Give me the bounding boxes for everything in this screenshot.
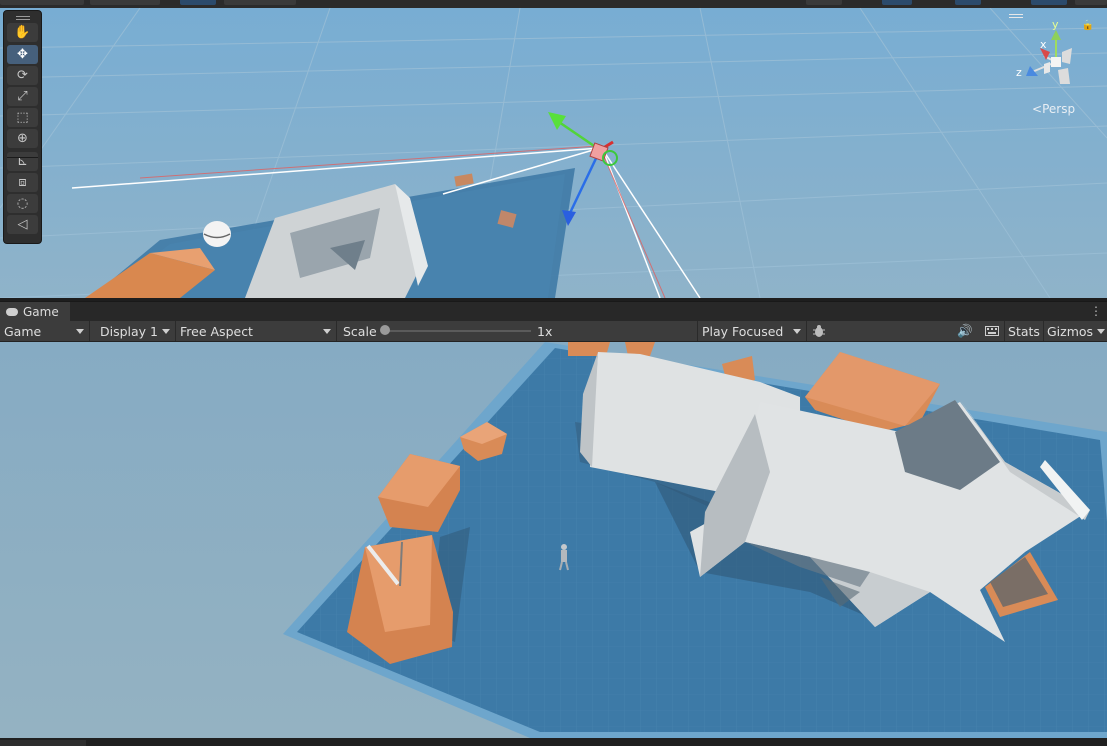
stats-label: Stats	[1008, 323, 1040, 339]
game-mode-dropdown[interactable]: Game	[0, 321, 90, 341]
toolbar-chip[interactable]	[806, 0, 842, 5]
toolbar-chip[interactable]	[180, 0, 216, 5]
rect-tool-icon[interactable]: ⬚	[7, 108, 38, 127]
editor-bottom-strip	[0, 738, 1107, 746]
scale-slider-thumb[interactable]	[380, 325, 390, 335]
scene-viewport-render	[0, 8, 1107, 298]
scale-label: Scale	[343, 324, 377, 339]
toolbar-chip[interactable]	[1031, 0, 1067, 5]
gizmo-menu-icon[interactable]	[1009, 14, 1023, 15]
projection-toggle[interactable]: <Persp	[1032, 102, 1075, 116]
axis-y-label: y	[1052, 18, 1059, 31]
move-tool-icon[interactable]: ✥	[7, 45, 38, 64]
gamepad-icon	[6, 307, 18, 316]
chevron-down-icon	[793, 329, 801, 334]
scene-tools-overlay: ✋ ✥ ⟳ ⤢ ⬚ ⊕ ⊾ ⧈ ◌ ◁	[3, 10, 42, 244]
keyboard-icon[interactable]	[980, 321, 1004, 341]
scale-value: 1x	[537, 324, 553, 339]
display-dropdown[interactable]: Display 1	[96, 321, 176, 341]
tab-game-label: Game	[23, 304, 59, 319]
tools-drag-handle[interactable]	[16, 16, 30, 17]
tab-game[interactable]: Game	[0, 302, 70, 321]
scene-sphere[interactable]	[203, 221, 231, 247]
stats-button[interactable]: Stats	[1004, 321, 1043, 341]
custom-tool-1-icon[interactable]: ⊾	[7, 152, 38, 171]
play-mode-value: Play Focused	[702, 323, 784, 339]
scale-slider-track[interactable]	[384, 330, 531, 332]
orientation-gizmo[interactable]: y x z	[1010, 18, 1090, 96]
toolbar-chip[interactable]	[882, 0, 912, 5]
toolbar-chip[interactable]	[224, 0, 296, 5]
toolbar-chip[interactable]	[1075, 0, 1107, 5]
aspect-value: Free Aspect	[180, 323, 253, 339]
chevron-down-icon	[1097, 329, 1105, 334]
custom-tool-2-icon[interactable]: ⧈	[7, 173, 38, 192]
projection-label: Persp	[1042, 102, 1076, 116]
game-view[interactable]	[0, 342, 1107, 738]
axis-x-label: x	[1040, 38, 1047, 51]
toolbar-chip[interactable]	[0, 0, 84, 5]
chevron-down-icon	[76, 329, 84, 334]
audio-icon[interactable]: 🔊	[955, 321, 975, 341]
custom-tool-3-icon[interactable]: ◌	[7, 194, 38, 213]
gizmos-label: Gizmos	[1047, 323, 1094, 339]
hand-tool-icon[interactable]: ✋	[7, 23, 38, 42]
bottom-tab[interactable]	[0, 740, 86, 746]
chevron-down-icon	[323, 329, 331, 334]
editor-top-strip	[0, 0, 1107, 8]
game-viewport-render	[0, 342, 1107, 738]
panel-menu-icon[interactable]: ⋮	[1090, 305, 1102, 317]
transform-tool-icon[interactable]: ⊕	[7, 129, 38, 148]
display-value: Display 1	[100, 323, 159, 339]
game-tab-bar: Game ⋮	[0, 301, 1107, 321]
aspect-dropdown[interactable]: Free Aspect	[176, 321, 337, 341]
toolbar-chip[interactable]	[955, 0, 981, 5]
custom-tool-4-icon[interactable]: ◁	[7, 215, 38, 234]
play-mode-dropdown[interactable]: Play Focused	[697, 321, 807, 341]
bug-icon[interactable]	[812, 324, 826, 338]
game-toolbar: Game Display 1 Free Aspect Scale 1x Play…	[0, 321, 1107, 342]
game-mode-value: Game	[4, 323, 42, 339]
chevron-down-icon	[162, 329, 170, 334]
toolbar-chip[interactable]	[90, 0, 160, 5]
rotate-tool-icon[interactable]: ⟳	[7, 66, 38, 85]
scene-view[interactable]: ✋ ✥ ⟳ ⤢ ⬚ ⊕ ⊾ ⧈ ◌ ◁ 🔒 y x z <Persp	[0, 8, 1107, 298]
gizmos-dropdown[interactable]: Gizmos	[1043, 321, 1107, 341]
axis-z-label: z	[1016, 66, 1022, 79]
projection-icon: <	[1032, 102, 1043, 116]
scale-tool-icon[interactable]: ⤢	[7, 87, 38, 106]
